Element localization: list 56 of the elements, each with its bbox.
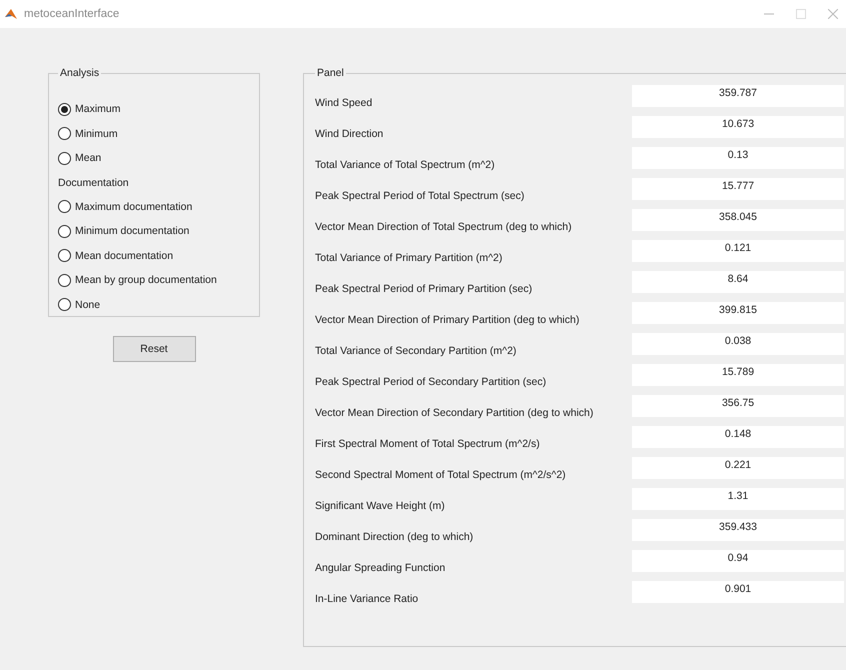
field-label: Peak Spectral Period of Total Spectrum (sec) <box>315 189 526 204</box>
value-field[interactable]: 0.13 <box>632 147 844 169</box>
field-label: Total Variance of Secondary Partition (m^2) <box>315 344 518 359</box>
value-field[interactable]: 10.673 <box>632 116 844 138</box>
value-field[interactable]: 359.787 <box>632 85 844 107</box>
field-label: Significant Wave Height (m) <box>315 499 446 514</box>
field-label: Second Spectral Moment of Total Spectrum (m^2/s^2) <box>315 468 567 483</box>
value-field[interactable]: 359.433 <box>632 519 844 541</box>
value-field[interactable]: 15.777 <box>632 178 844 200</box>
radio-button[interactable] <box>58 298 71 312</box>
field-label: Vector Mean Direction of Secondary Partition (deg to which) <box>315 406 594 421</box>
value-field[interactable]: 0.901 <box>632 581 844 603</box>
panel-title: Panel <box>316 67 345 79</box>
value-field[interactable]: 8.64 <box>632 271 844 293</box>
radio-label[interactable]: Maximum <box>75 103 121 116</box>
value-field[interactable]: 356.75 <box>632 395 844 417</box>
field-label: Total Variance of Total Spectrum (m^2) <box>315 158 496 173</box>
radio-label[interactable]: Mean <box>75 152 102 164</box>
value-field[interactable]: 358.045 <box>632 209 844 231</box>
value-field[interactable]: 15.789 <box>632 364 844 386</box>
field-label: In-Line Variance Ratio <box>315 592 420 607</box>
app-logo-icon <box>4 7 18 21</box>
radio-button[interactable] <box>58 152 71 165</box>
field-label: Peak Spectral Period of Secondary Partition (sec) <box>315 375 548 390</box>
radio-label[interactable]: Minimum documentation <box>75 225 190 238</box>
radio-label[interactable]: Mean documentation <box>75 250 174 262</box>
field-label: Wind Direction <box>315 127 384 142</box>
value-field[interactable]: 0.221 <box>632 457 844 479</box>
radio-button[interactable] <box>58 274 71 287</box>
radio-button[interactable] <box>58 249 71 262</box>
field-label: Wind Speed <box>315 96 374 111</box>
field-label: Angular Spreading Function <box>315 561 446 576</box>
radio-label[interactable]: Minimum <box>75 128 118 140</box>
value-field[interactable]: 1.31 <box>632 488 844 510</box>
value-field[interactable]: 399.815 <box>632 302 844 324</box>
field-label: Vector Mean Direction of Total Spectrum (deg to which) <box>315 220 573 235</box>
value-field[interactable]: 0.121 <box>632 240 844 262</box>
section-label: Documentation <box>58 176 130 190</box>
field-label: Dominant Direction (deg to which) <box>315 530 474 545</box>
value-field[interactable]: 0.94 <box>632 550 844 572</box>
field-label: Vector Mean Direction of Primary Partition (deg to which) <box>315 313 580 328</box>
radio-label[interactable]: Mean by group documentation <box>75 274 217 286</box>
value-field[interactable]: 0.148 <box>632 426 844 448</box>
field-label: Peak Spectral Period of Primary Partition (sec) <box>315 282 534 297</box>
field-label: First Spectral Moment of Total Spectrum (m^2/s) <box>315 437 541 452</box>
analysis-title: Analysis <box>59 67 100 79</box>
radio-button[interactable] <box>58 200 71 214</box>
radio-button[interactable] <box>58 102 71 116</box>
radio-label[interactable]: Maximum documentation <box>75 200 192 213</box>
radio-label[interactable]: None <box>75 298 100 311</box>
window-title: metoceanInterface <box>24 8 120 20</box>
value-field[interactable]: 0.038 <box>632 333 844 355</box>
radio-button[interactable] <box>58 127 71 140</box>
radio-button[interactable] <box>58 224 71 238</box>
field-label: Total Variance of Primary Partition (m^2) <box>315 251 504 266</box>
reset-button[interactable]: Reset <box>112 336 196 362</box>
